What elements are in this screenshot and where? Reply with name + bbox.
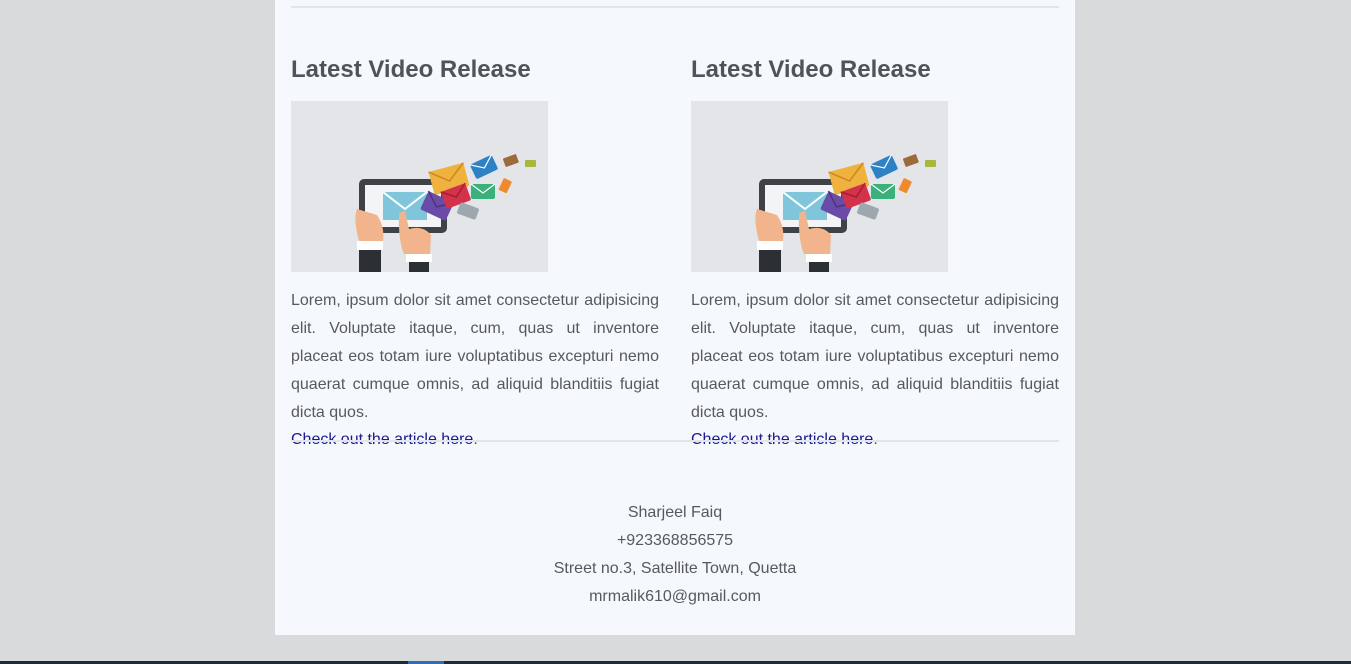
footer-phone: +923368856575 — [616, 532, 734, 549]
footer-email: mrmalik610@gmail.com — [589, 588, 761, 605]
top-divider — [291, 6, 1059, 8]
article-left: Latest Video Release Lorem, ipsum dolor … — [291, 53, 659, 451]
newsletter-card: Latest Video Release Lorem, ipsum dolor … — [275, 0, 1075, 635]
email-tablet-illustration-image — [291, 101, 548, 272]
article-body: Lorem, ipsum dolor sit amet consectetur … — [691, 292, 1059, 421]
footer-address: Street no.3, Satellite Town, Quetta — [553, 560, 797, 577]
article-right: Latest Video Release Lorem, ipsum dolor … — [691, 53, 1059, 451]
article-body: Lorem, ipsum dolor sit amet consectetur … — [291, 292, 659, 421]
footer-contact: Sharjeel Faiq +923368856575 Street no.3,… — [275, 499, 1075, 611]
article-title: Latest Video Release — [691, 56, 931, 83]
email-tablet-illustration-image — [691, 101, 948, 272]
footer-name: Sharjeel Faiq — [627, 504, 723, 521]
article-title: Latest Video Release — [291, 56, 531, 83]
section-divider — [291, 440, 1059, 442]
